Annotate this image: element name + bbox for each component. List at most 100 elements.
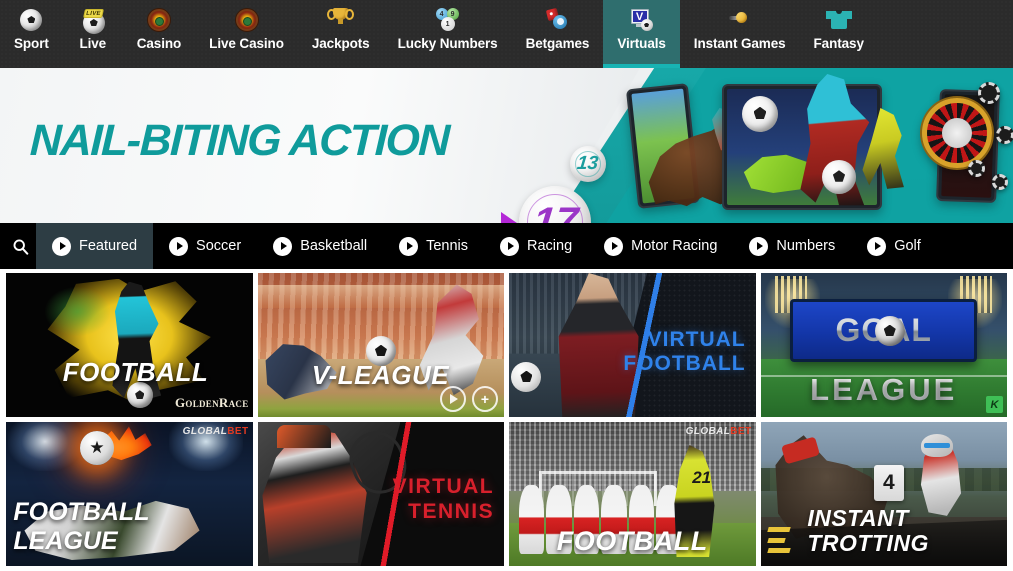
game-title: V-LEAGUE — [311, 360, 450, 391]
filter-item-racing[interactable]: Racing — [484, 223, 588, 269]
virtual-screen-icon: V — [629, 7, 655, 33]
stadium-light-icon — [8, 422, 83, 471]
provider-name-suffix: BET — [227, 426, 249, 437]
coin-icon — [727, 7, 753, 33]
nav-item-instant-games[interactable]: Instant Games — [680, 0, 800, 68]
game-title-line1: VIRTUAL — [647, 327, 746, 351]
game-title: INSTANT TROTTING — [807, 506, 929, 556]
game-title-line2: FOOTBALL — [623, 351, 746, 375]
provider-name: GLOBAL — [685, 426, 731, 437]
casino-chip-icon — [992, 174, 1008, 190]
soccer-ball-icon — [874, 316, 905, 347]
nav-item-casino[interactable]: Casino — [123, 0, 195, 68]
banner-artwork — [600, 68, 1013, 223]
nav-item-live[interactable]: LIVE Live — [63, 0, 123, 68]
game-title: FOOTBALL — [556, 526, 708, 557]
filter-item-tennis[interactable]: Tennis — [383, 223, 484, 269]
nav-item-fantasy[interactable]: Fantasy — [800, 0, 878, 68]
nav-label: Sport — [14, 36, 49, 51]
lottery-balls-icon: 491 — [435, 7, 461, 33]
filter-label: Golf — [894, 238, 921, 254]
live-ball-icon: LIVE — [80, 7, 106, 34]
game-subtitle: LEAGUE — [810, 372, 958, 408]
helmet-icon — [920, 433, 953, 457]
game-title: FOOTBALL LEAGUE — [13, 497, 150, 555]
filter-label: Racing — [527, 238, 573, 254]
filter-label: Soccer — [196, 238, 242, 254]
chevron-right-icon — [500, 236, 520, 256]
casino-chip-icon — [968, 160, 985, 177]
live-tag-text: LIVE — [85, 11, 102, 17]
game-tile-virtual-tennis[interactable]: VIRTUAL TENNIS — [257, 422, 504, 566]
search-button[interactable] — [4, 223, 36, 269]
game-tile-football-globalbet[interactable]: 21 FOOTBALL GLOBALBET — [509, 422, 756, 566]
nav-item-live-casino[interactable]: Live Casino — [195, 0, 298, 68]
soccer-ball-icon — [18, 7, 44, 33]
filter-item-basketball[interactable]: Basketball — [257, 223, 383, 269]
game-title-line2: TENNIS — [408, 500, 495, 524]
filter-label: Numbers — [776, 238, 836, 254]
nav-item-jackpots[interactable]: Jackpots — [298, 0, 384, 68]
filter-item-soccer[interactable]: Soccer — [153, 223, 257, 269]
soccer-ball-icon — [742, 96, 778, 132]
nav-item-betgames[interactable]: Betgames — [512, 0, 604, 68]
tile-artwork — [45, 287, 110, 337]
arrow-marker-icon — [501, 212, 517, 223]
chevron-right-icon — [273, 236, 293, 256]
nav-item-sport[interactable]: Sport — [0, 0, 63, 68]
nav-item-virtuals[interactable]: V Virtuals — [603, 0, 681, 68]
soccer-ball-icon — [822, 160, 856, 194]
category-filter-bar: Featured Soccer Basketball Tennis Racing… — [0, 223, 1013, 269]
nav-label: Fantasy — [813, 36, 864, 51]
filter-item-numbers[interactable]: Numbers — [733, 223, 851, 269]
trophy-icon — [326, 7, 354, 33]
nav-label: Instant Games — [693, 36, 786, 51]
game-tile-football-league[interactable]: FOOTBALL LEAGUE GLOBALBET — [6, 422, 253, 566]
game-title: FOOTBALL — [62, 357, 209, 388]
filter-item-golf[interactable]: Golf — [851, 223, 937, 269]
game-tile-grid: FOOTBALL GoldenRace V-LEAGUE + VIRTUAL F… — [0, 269, 1013, 566]
filter-label: Motor Racing — [631, 238, 718, 254]
add-favorite-button[interactable]: + — [472, 386, 498, 412]
filter-item-motor-racing[interactable]: Motor Racing — [588, 223, 733, 269]
game-title-line1: INSTANT — [807, 505, 909, 532]
provider-badge: K — [986, 396, 1003, 413]
chevron-right-icon — [749, 236, 769, 256]
banner-headline: NAIL-BITING ACTION — [29, 116, 450, 165]
roulette-icon — [146, 7, 172, 33]
chevron-right-icon — [399, 236, 419, 256]
filter-item-featured[interactable]: Featured — [36, 223, 154, 269]
game-tile-virtual-football[interactable]: VIRTUAL FOOTBALL — [509, 273, 756, 417]
game-tile-football-goldenrace[interactable]: FOOTBALL GoldenRace — [6, 273, 253, 417]
provider-name: GLOBAL — [182, 426, 228, 437]
flaming-ball-icon — [79, 430, 114, 465]
nav-label: Live Casino — [209, 36, 284, 51]
nav-label: Betgames — [525, 36, 590, 51]
main-navigation: Sport LIVE Live Casino Live Casino Jackp… — [0, 0, 1013, 68]
chevron-right-icon — [604, 236, 624, 256]
casino-chip-icon — [978, 82, 1000, 104]
search-icon — [13, 239, 28, 255]
lottery-ball-number: 17 — [530, 199, 580, 224]
nav-label: Casino — [136, 36, 182, 51]
game-tile-goal-league[interactable]: GOAL LEAGUE K — [760, 273, 1007, 417]
game-title-line2: TROTTING — [807, 530, 929, 557]
provider-logo-globalbet: GLOBALBET — [183, 426, 249, 437]
chevron-right-icon — [867, 236, 887, 256]
jersey-icon — [825, 7, 852, 33]
game-tile-v-league[interactable]: V-LEAGUE + — [257, 273, 504, 417]
provider-logo-globalbet: GLOBALBET — [686, 426, 752, 437]
play-button[interactable] — [440, 386, 466, 412]
roulette-icon — [234, 7, 260, 33]
casino-chip-icon — [996, 126, 1013, 144]
game-title: VIRTUAL TENNIS — [393, 474, 495, 524]
promo-banner[interactable]: NAIL-BITING ACTION 13 17 — [0, 68, 1013, 223]
filter-label: Tennis — [426, 238, 469, 254]
nav-item-lucky-numbers[interactable]: 491 Lucky Numbers — [384, 0, 512, 68]
chevron-right-icon — [169, 236, 189, 256]
provider-logo-icon — [767, 527, 791, 554]
horse-number: 4 — [873, 465, 904, 502]
roulette-wheel-illustration — [922, 98, 992, 168]
game-tile-instant-trotting[interactable]: 4 INSTANT TROTTING — [760, 422, 1007, 566]
lottery-ball-number: 13 — [576, 153, 600, 174]
